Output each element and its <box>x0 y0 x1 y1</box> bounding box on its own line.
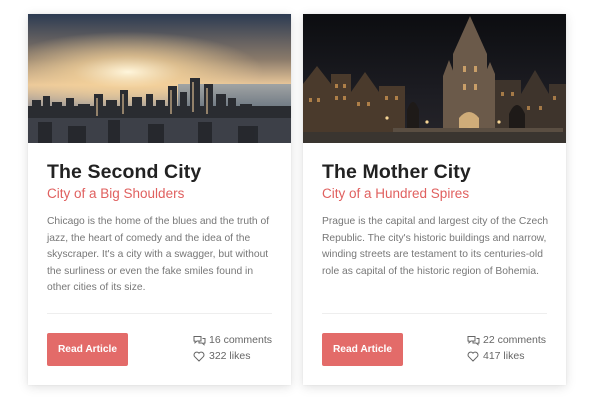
article-card-chicago: The Second City City of a Big Shoulders … <box>28 14 291 385</box>
read-article-button[interactable]: Read Article <box>47 333 128 366</box>
heart-outline-icon <box>192 350 206 362</box>
likes-count[interactable]: 417 likes <box>466 350 524 362</box>
card-description: Chicago is the home of the blues and the… <box>47 216 270 293</box>
card-description: Prague is the capital and largest city o… <box>322 216 549 277</box>
speech-bubbles-icon <box>466 334 480 346</box>
likes-label: 322 likes <box>209 350 251 362</box>
comments-label: 16 comments <box>209 334 273 346</box>
divider <box>322 313 547 314</box>
card-subtitle: City of a Hundred Spires <box>322 186 470 201</box>
article-card-prague: The Mother City City of a Hundred Spires… <box>303 14 566 385</box>
comments-count[interactable]: 22 comments <box>466 334 546 346</box>
card-title: The Mother City <box>322 161 471 183</box>
comments-label: 22 comments <box>483 334 547 346</box>
read-article-button[interactable]: Read Article <box>322 333 403 366</box>
divider <box>47 313 272 314</box>
heart-outline-icon <box>466 350 480 362</box>
likes-label: 417 likes <box>483 350 525 362</box>
likes-count[interactable]: 322 likes <box>192 350 250 362</box>
comments-count[interactable]: 16 comments <box>192 334 272 346</box>
card-title: The Second City <box>47 161 202 183</box>
chicago-skyline-photo <box>28 14 291 143</box>
prague-bridge-photo <box>303 14 566 143</box>
card-subtitle: City of a Big Shoulders <box>47 186 185 201</box>
speech-bubbles-icon <box>192 334 206 346</box>
